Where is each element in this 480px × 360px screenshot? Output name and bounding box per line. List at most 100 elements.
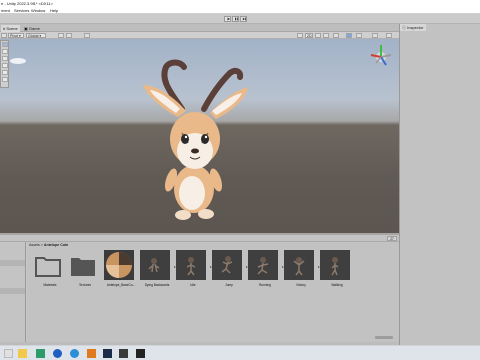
pause-button[interactable] — [232, 16, 239, 22]
asset-label: Dying Backwards — [144, 283, 170, 287]
scene-visibility-toggle[interactable] — [346, 33, 352, 38]
move-tool-icon[interactable] — [2, 49, 8, 54]
asset-item-animation[interactable]: ▸ Dying Backwards — [140, 250, 176, 287]
play-button[interactable] — [224, 16, 231, 22]
animation-clip-icon — [140, 250, 170, 280]
breadcrumb-root[interactable]: Assets — [29, 243, 40, 247]
app-icon-green[interactable] — [36, 349, 45, 358]
animation-clip-icon — [176, 250, 206, 280]
camera-settings-button[interactable] — [356, 33, 362, 38]
file-explorer-icon[interactable] — [18, 349, 27, 358]
breadcrumb-separator: > — [40, 243, 43, 247]
orientation-gizmo[interactable] — [370, 45, 392, 66]
material-sphere-icon — [104, 250, 134, 280]
folder-filled-icon — [71, 258, 95, 276]
asset-count: 27 — [390, 237, 394, 241]
photoshop-icon[interactable] — [103, 349, 112, 358]
tab-scene-label: Scene — [6, 26, 18, 31]
folder-tree-row[interactable] — [0, 288, 25, 294]
asset-item-animation[interactable]: ▸ Victory — [284, 250, 320, 287]
unity-hub-icon[interactable] — [119, 349, 128, 358]
tab-game[interactable]: ▣ Game — [22, 25, 42, 32]
menu-item-services[interactable]: Services — [14, 8, 29, 13]
pivot-dropdown[interactable]: Pivot ▾ — [8, 33, 24, 38]
search-scene-button[interactable] — [386, 33, 392, 38]
asset-label: Antelope_BaseCo... — [106, 283, 136, 287]
grid-snap-button[interactable] — [58, 33, 64, 38]
animation-clip-icon — [248, 250, 278, 280]
tab-inspector[interactable]: ⓘ Inspector — [400, 24, 426, 31]
inspector-panel: ⓘ Inspector — [399, 24, 480, 345]
asset-label: Walking — [331, 283, 343, 287]
main-toolbar — [0, 14, 480, 24]
unity-editor-icon[interactable] — [136, 349, 145, 358]
project-tab-bar: 27 — [0, 235, 399, 242]
tab-scene[interactable]: # Scene — [1, 25, 20, 32]
asset-item-animation[interactable]: ▸ Jump — [212, 250, 248, 287]
breadcrumb: Assets > Antelope Cute — [29, 242, 68, 248]
play-icon — [227, 17, 230, 21]
rect-tool-icon[interactable] — [2, 70, 8, 75]
asset-item-animation[interactable]: ▸ Running — [248, 250, 284, 287]
browser-edge-icon[interactable] — [70, 349, 79, 358]
hand-tool-icon[interactable] — [2, 42, 8, 47]
window-title: e - Unity 2022.3.9f1* <DX11> — [1, 0, 53, 6]
menu-item-window[interactable]: Window — [31, 8, 45, 13]
asset-item-folder[interactable]: Materials — [33, 250, 67, 287]
info-icon: ⓘ — [402, 25, 406, 30]
tab-inspector-label: Inspector — [407, 25, 424, 30]
folder-icon — [35, 257, 61, 277]
breadcrumb-current[interactable]: Antelope Cute — [44, 243, 68, 247]
thumbnail-size-slider[interactable] — [375, 336, 393, 339]
scene-view-options-button[interactable] — [1, 33, 7, 38]
rotate-tool-icon[interactable] — [2, 56, 8, 61]
animation-clip-icon — [212, 250, 242, 280]
pause-icon — [234, 17, 238, 21]
asset-item-animation[interactable]: Walking — [320, 250, 354, 287]
hash-icon: # — [3, 26, 6, 31]
transform-tool-icon[interactable] — [2, 77, 8, 82]
animation-clip-icon — [320, 250, 350, 280]
asset-label: Textures — [78, 283, 92, 287]
shading-mode-button[interactable] — [297, 33, 303, 38]
audio-toggle[interactable] — [323, 33, 329, 38]
asset-label: Idle — [190, 283, 196, 287]
snap-increment-button[interactable] — [66, 33, 72, 38]
step-button[interactable] — [240, 16, 247, 22]
render-mode-button[interactable] — [84, 33, 90, 38]
mode-2d-toggle[interactable]: 2D — [305, 33, 313, 38]
scene-viewport[interactable] — [0, 39, 399, 233]
animation-clip-icon — [284, 250, 314, 280]
tab-game-label: Game — [28, 26, 40, 31]
global-dropdown[interactable]: Global ▾ — [26, 33, 46, 38]
asset-item-material[interactable]: Antelope_BaseCo... — [104, 250, 138, 287]
antelope-model-illustration — [10, 45, 392, 220]
gamepad-icon: ▣ — [24, 26, 28, 31]
app-icon-orange[interactable] — [87, 349, 96, 358]
lighting-toggle[interactable] — [315, 33, 321, 38]
folder-tree-row[interactable] — [0, 260, 25, 266]
asset-count-badge: 27 — [387, 236, 397, 241]
scene-toolbar: Pivot ▾ Global ▾ 2D — [0, 32, 399, 39]
menu-item-help[interactable]: Help — [50, 8, 58, 13]
gizmos-button[interactable] — [372, 33, 378, 38]
transform-tools-palette — [0, 40, 9, 88]
asset-label: Materials — [43, 283, 57, 287]
asset-item-folder[interactable]: Textures — [68, 250, 102, 287]
asset-item-animation[interactable]: ▸ Idle — [176, 250, 212, 287]
start-icon[interactable] — [4, 349, 13, 358]
scale-tool-icon[interactable] — [2, 63, 8, 68]
browser-icon[interactable] — [53, 349, 62, 358]
project-folder-tree[interactable] — [0, 242, 26, 342]
menu-bar: ment Services Window Help — [0, 6, 480, 14]
effects-toggle[interactable] — [333, 33, 339, 38]
pivot-label: Pivot — [10, 34, 18, 38]
menu-item-component[interactable]: ment — [1, 8, 10, 13]
project-asset-grid: Assets > Antelope Cute Materials Texture… — [27, 242, 399, 342]
os-taskbar — [0, 345, 480, 360]
mode-2d-label: 2D — [307, 34, 312, 38]
asset-label: Running — [259, 283, 271, 287]
asset-label: Jump — [225, 283, 233, 287]
step-icon — [242, 17, 246, 21]
asset-label: Victory — [296, 283, 306, 287]
